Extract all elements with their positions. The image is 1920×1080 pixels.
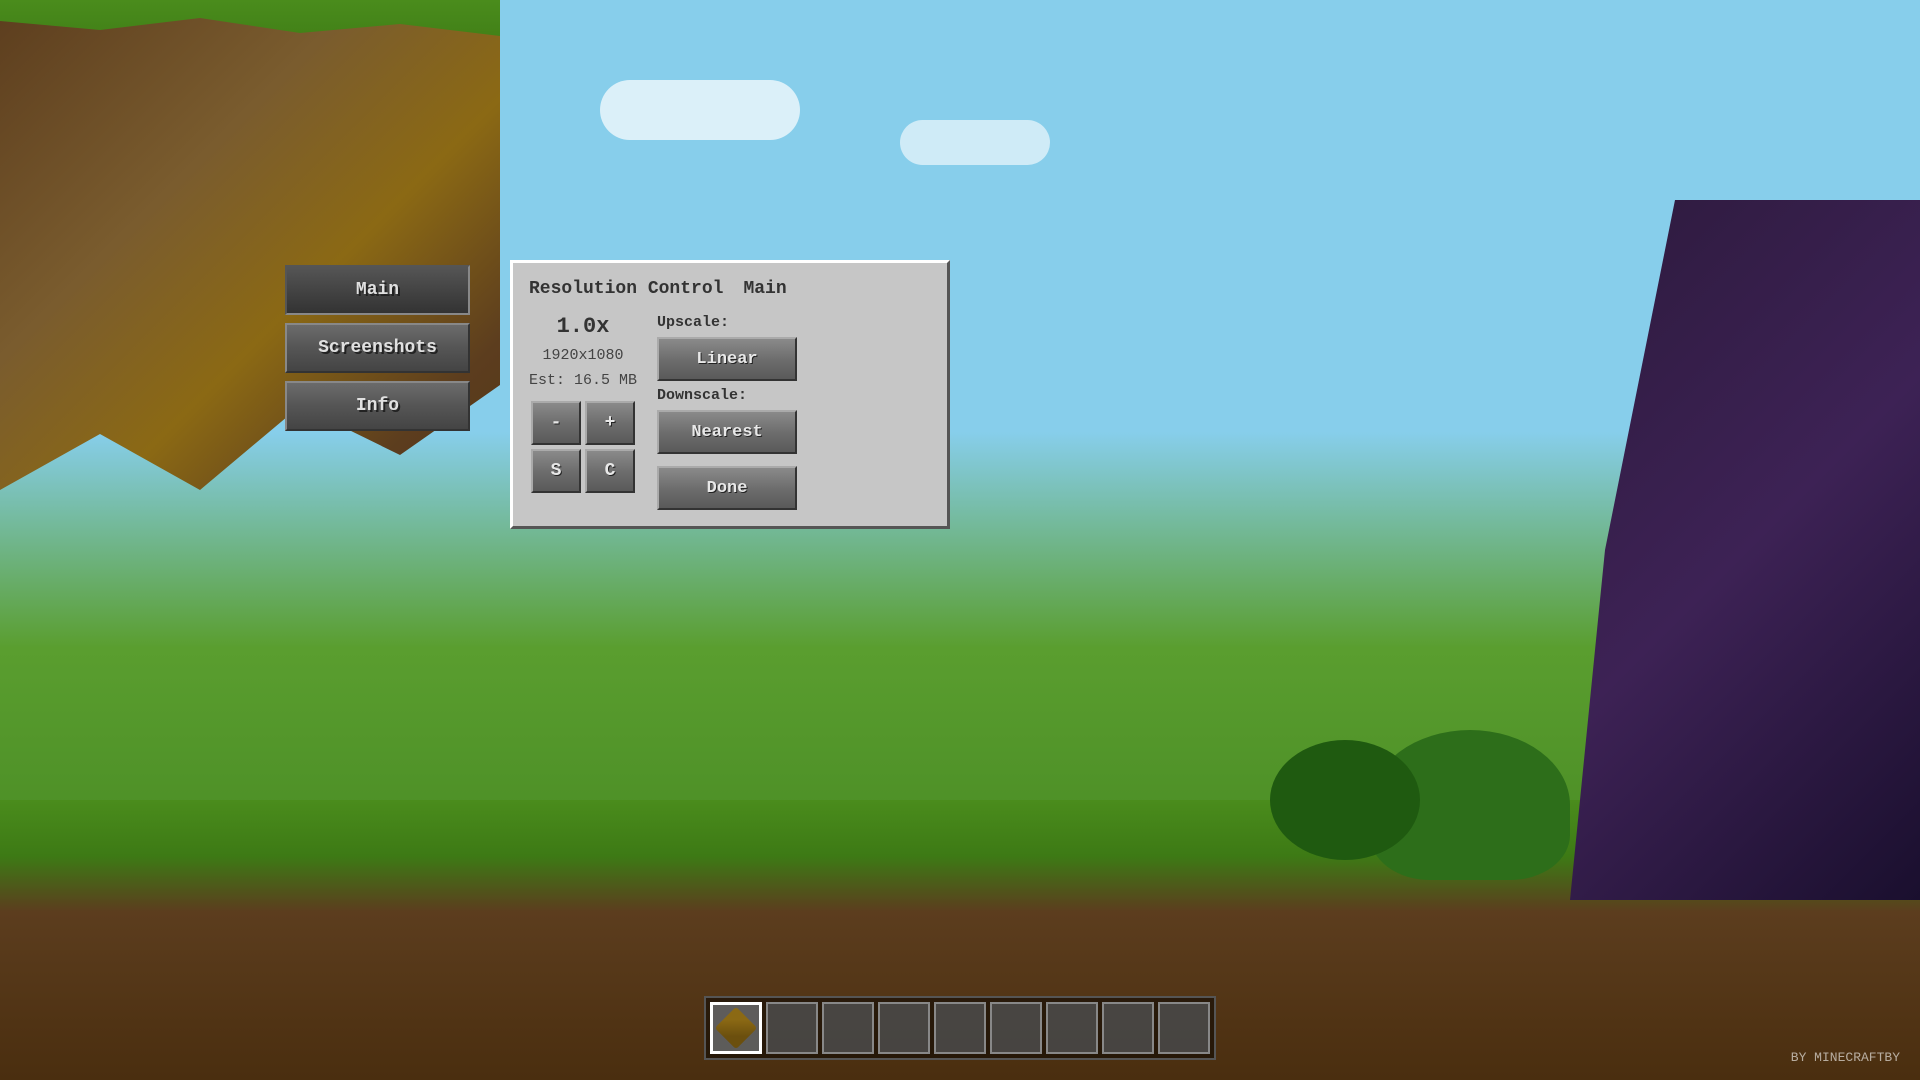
downscale-nearest-button[interactable]: Nearest [657, 410, 797, 454]
cloud-2 [900, 120, 1050, 165]
dialog-title: Resolution Control [529, 279, 723, 299]
upscale-label: Upscale: [657, 314, 931, 331]
watermark: BY MINECRAFTBY [1791, 1050, 1900, 1065]
bush-2 [1270, 740, 1420, 860]
dialog-right-panel: Upscale: Linear Downscale: Nearest Done [657, 314, 931, 510]
resolution-control-dialog: Resolution Control Main 1.0x 1920x1080 E… [510, 260, 950, 529]
cancel-button[interactable]: C [585, 449, 635, 493]
dialog-left-panel: 1.0x 1920x1080 Est: 16.5 MB - + S C [529, 314, 637, 510]
stick-icon [715, 1007, 757, 1049]
hotbar [704, 996, 1216, 1060]
increase-button[interactable]: + [585, 401, 635, 445]
set-button[interactable]: S [531, 449, 581, 493]
hotbar-slot-8[interactable] [1158, 1002, 1210, 1054]
sidebar-btn-info[interactable]: Info [285, 381, 470, 431]
done-button[interactable]: Done [657, 466, 797, 510]
resolution-estimate: Est: 16.5 MB [529, 372, 637, 389]
decrease-button[interactable]: - [531, 401, 581, 445]
upscale-linear-button[interactable]: Linear [657, 337, 797, 381]
sidebar-btn-screenshots[interactable]: Screenshots [285, 323, 470, 373]
hotbar-slot-7[interactable] [1102, 1002, 1154, 1054]
sidebar: Main Screenshots Info [285, 265, 470, 431]
hotbar-slot-0[interactable] [710, 1002, 762, 1054]
dialog-section: Main [743, 279, 786, 299]
resolution-controls: - + S C [531, 401, 635, 493]
cloud-1 [600, 80, 800, 140]
sidebar-btn-main[interactable]: Main [285, 265, 470, 315]
resolution-value: 1.0x [557, 314, 610, 339]
hotbar-slot-5[interactable] [990, 1002, 1042, 1054]
dialog-body: 1.0x 1920x1080 Est: 16.5 MB - + S C Upsc… [529, 314, 931, 510]
hotbar-slot-2[interactable] [822, 1002, 874, 1054]
hotbar-slot-4[interactable] [934, 1002, 986, 1054]
hotbar-slot-1[interactable] [766, 1002, 818, 1054]
dialog-header: Resolution Control Main [529, 279, 931, 299]
hotbar-slot-6[interactable] [1046, 1002, 1098, 1054]
downscale-label: Downscale: [657, 387, 931, 404]
hotbar-slot-3[interactable] [878, 1002, 930, 1054]
resolution-dimensions: 1920x1080 [543, 347, 624, 364]
